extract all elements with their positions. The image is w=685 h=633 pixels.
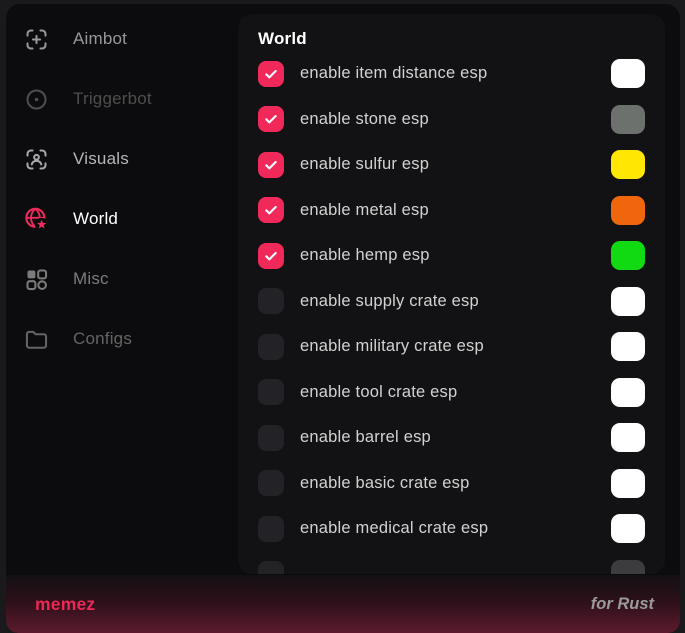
sidebar-item-configs[interactable]: Configs: [6, 309, 232, 369]
color-swatch[interactable]: [611, 378, 645, 407]
esp-checkbox[interactable]: [258, 106, 284, 132]
esp-row-label: enable stone esp: [300, 110, 429, 129]
category-grid-icon: [23, 266, 50, 293]
cheat-menu-window: Aimbot Triggerbot Visuals: [6, 4, 680, 633]
esp-row-label: enable military crate esp: [300, 337, 484, 356]
esp-row-supply-crate: enable supply crate esp: [258, 279, 645, 325]
sidebar-item-aimbot[interactable]: Aimbot: [6, 9, 232, 69]
esp-row-basic-crate: enable basic crate esp: [258, 461, 645, 507]
sidebar: Aimbot Triggerbot Visuals: [6, 4, 232, 575]
esp-row-sulfur: enable sulfur esp: [258, 142, 645, 188]
color-swatch[interactable]: [611, 241, 645, 270]
esp-row-label: enable barrel esp: [300, 428, 431, 447]
color-swatch[interactable]: [611, 105, 645, 134]
esp-checkbox[interactable]: [258, 379, 284, 405]
esp-row-label: enable item distance esp: [300, 64, 487, 83]
sidebar-item-label: Configs: [73, 329, 132, 349]
esp-row-label: enable tool crate esp: [300, 383, 457, 402]
color-swatch[interactable]: [611, 423, 645, 452]
color-swatch[interactable]: [611, 150, 645, 179]
esp-checkbox[interactable]: [258, 288, 284, 314]
sidebar-item-label: Misc: [73, 269, 109, 289]
esp-checkbox[interactable]: [258, 561, 284, 574]
color-swatch[interactable]: [611, 469, 645, 498]
person-scan-icon: [23, 146, 50, 173]
esp-row-hemp: enable hemp esp: [258, 233, 645, 279]
esp-checkbox[interactable]: [258, 61, 284, 87]
esp-row-label: enable metal esp: [300, 201, 429, 220]
sidebar-item-misc[interactable]: Misc: [6, 249, 232, 309]
esp-row-tool-crate: enable tool crate esp: [258, 370, 645, 416]
esp-checkbox[interactable]: [258, 152, 284, 178]
esp-row-item-distance: enable item distance esp: [258, 51, 645, 97]
sidebar-item-visuals[interactable]: Visuals: [6, 129, 232, 189]
triggerbot-circle-dot-icon: [23, 86, 50, 113]
folder-icon: [23, 326, 50, 353]
sidebar-item-label: Visuals: [73, 149, 129, 169]
esp-row-label: enable sulfur esp: [300, 155, 429, 174]
esp-row-barrel: enable barrel esp: [258, 415, 645, 461]
esp-row-military-crate: enable military crate esp: [258, 324, 645, 370]
esp-checkbox[interactable]: [258, 470, 284, 496]
world-settings-panel: World enable item distance esp enable st…: [238, 14, 665, 574]
color-swatch[interactable]: [611, 332, 645, 361]
esp-checkbox[interactable]: [258, 425, 284, 451]
esp-checkbox[interactable]: [258, 516, 284, 542]
esp-row-partial: [258, 552, 645, 575]
panel-title: World: [258, 27, 645, 51]
sidebar-item-label: Aimbot: [73, 29, 127, 49]
esp-checkbox[interactable]: [258, 243, 284, 269]
esp-checkbox[interactable]: [258, 334, 284, 360]
color-swatch[interactable]: [611, 59, 645, 88]
esp-checkbox[interactable]: [258, 197, 284, 223]
esp-row-label: enable hemp esp: [300, 246, 430, 265]
esp-row-label: enable supply crate esp: [300, 292, 479, 311]
sidebar-item-world[interactable]: World: [6, 189, 232, 249]
aimbot-scan-plus-icon: [23, 26, 50, 53]
color-swatch[interactable]: [611, 287, 645, 316]
brand-label: memez: [35, 594, 95, 615]
esp-row-medical-crate: enable medical crate esp: [258, 506, 645, 552]
sidebar-item-label: Triggerbot: [73, 89, 152, 109]
color-swatch[interactable]: [611, 514, 645, 543]
esp-row-stone: enable stone esp: [258, 97, 645, 143]
tagline-label: for Rust: [591, 595, 654, 614]
sidebar-item-label: World: [73, 209, 118, 229]
esp-row-label: enable basic crate esp: [300, 474, 470, 493]
esp-row-metal: enable metal esp: [258, 188, 645, 234]
esp-row-label: enable medical crate esp: [300, 519, 488, 538]
footer-bar: memez for Rust: [6, 575, 680, 633]
color-swatch[interactable]: [611, 560, 645, 574]
sidebar-item-triggerbot[interactable]: Triggerbot: [6, 69, 232, 129]
color-swatch[interactable]: [611, 196, 645, 225]
globe-star-icon: [23, 206, 50, 233]
